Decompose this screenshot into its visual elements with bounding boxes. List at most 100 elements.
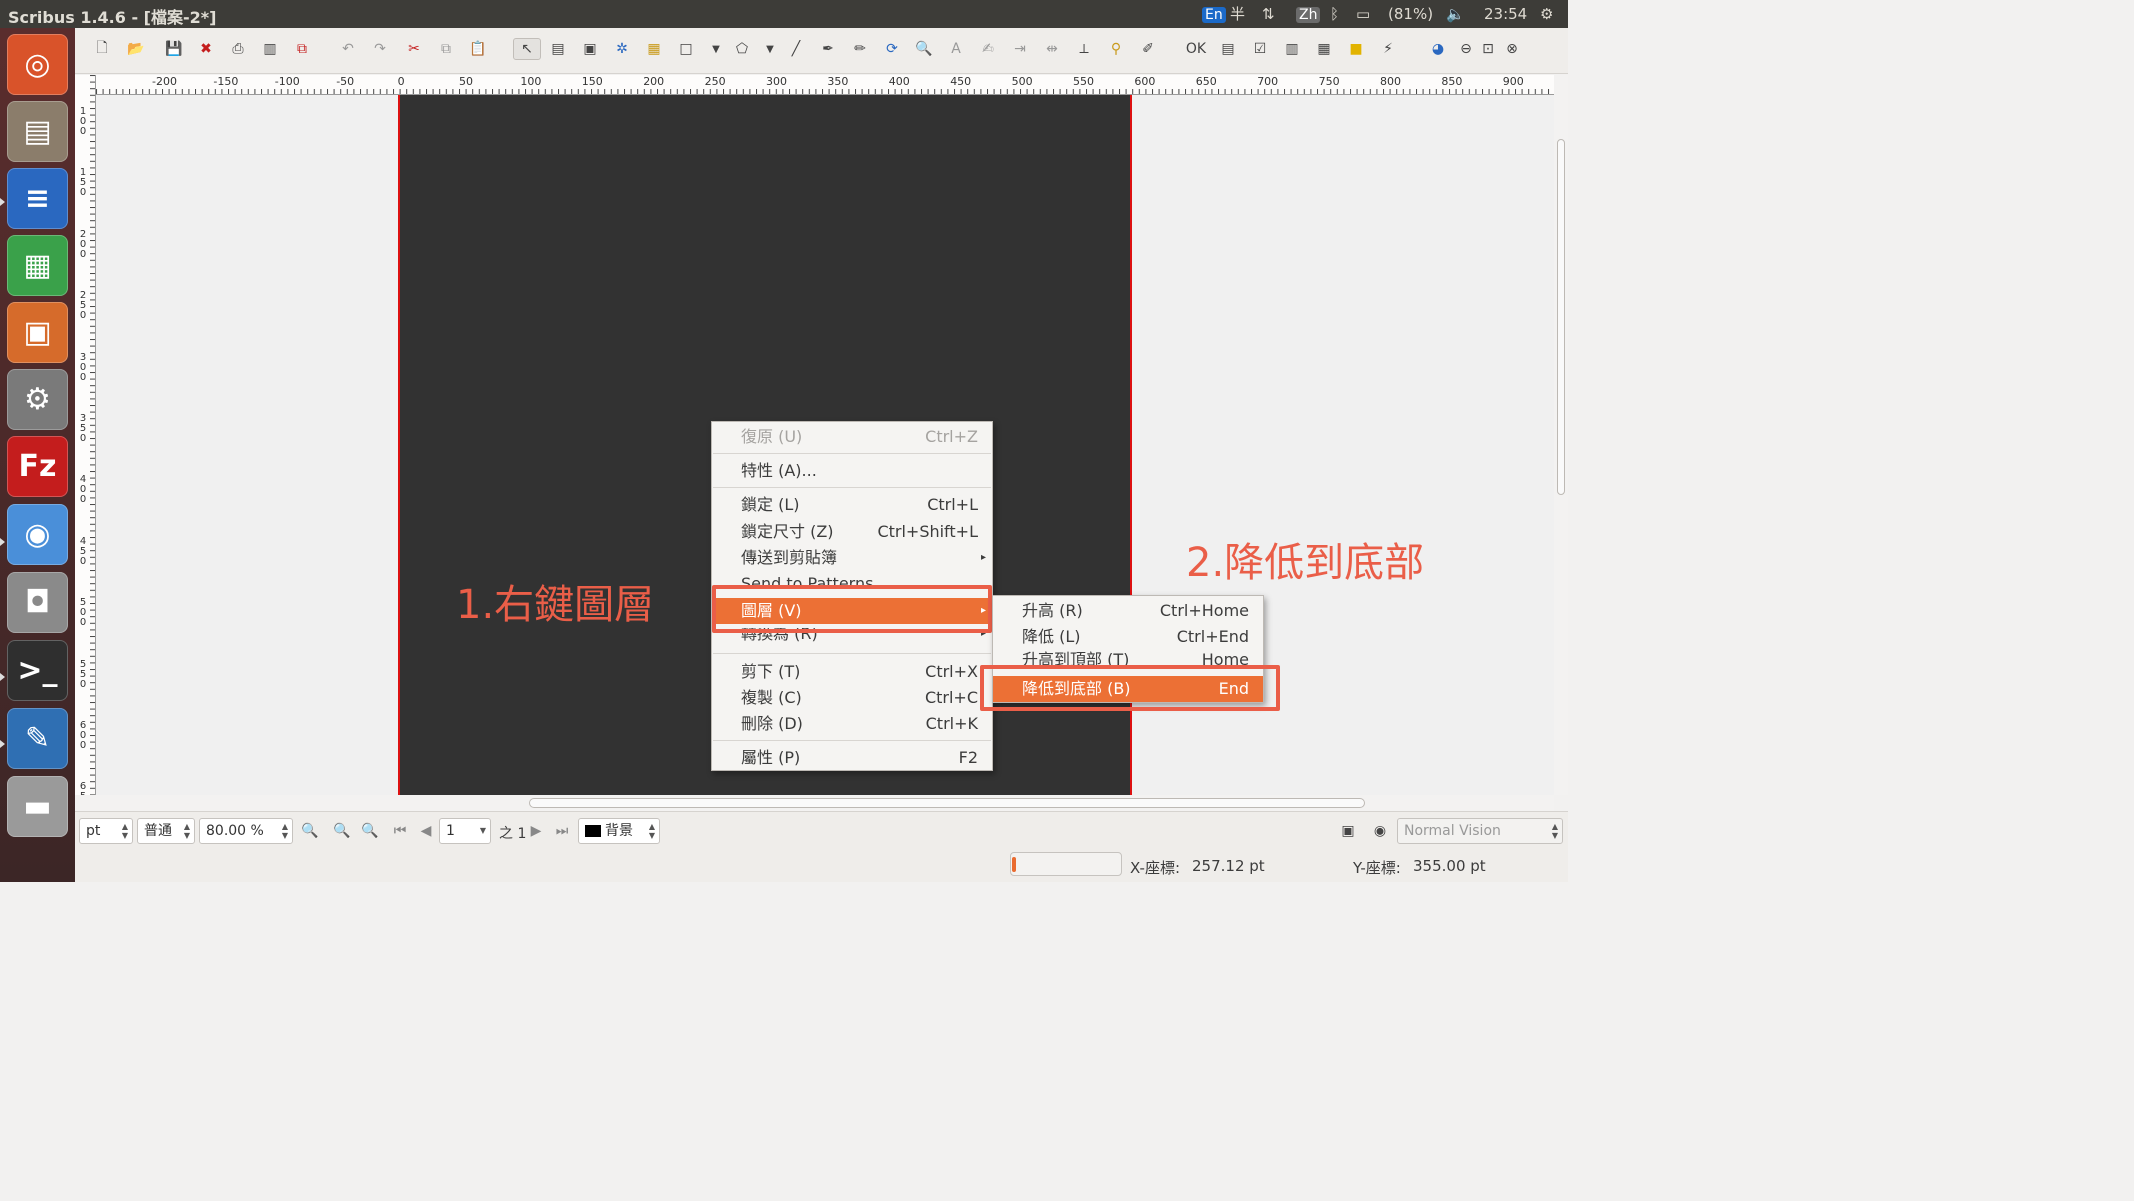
- menu-item-properties[interactable]: 特性 (A)...: [712, 458, 992, 484]
- bluetooth-icon[interactable]: ᛒ: [1330, 3, 1339, 25]
- menu-item-attributes[interactable]: 屬性 (P) F2: [712, 745, 992, 771]
- previous-page-icon[interactable]: ◀: [415, 820, 437, 842]
- export-pdf-icon[interactable]: ⧉: [291, 38, 313, 60]
- link-frames-icon[interactable]: ⇥: [1009, 38, 1031, 60]
- writer-icon[interactable]: ≡: [7, 168, 68, 229]
- select-tool-icon[interactable]: ↖: [513, 38, 541, 60]
- scribus-icon[interactable]: ✎: [7, 708, 68, 769]
- battery-icon[interactable]: ▭: [1356, 3, 1370, 25]
- render-frame-icon[interactable]: ✲: [611, 38, 633, 60]
- vision-select[interactable]: Normal Vision ▲ ▼: [1397, 818, 1563, 844]
- session-gear-icon[interactable]: ⚙: [1540, 3, 1553, 25]
- print-icon[interactable]: ⎙: [227, 38, 249, 60]
- paste-icon[interactable]: 📋: [467, 38, 489, 60]
- close-document-icon[interactable]: ✖: [195, 38, 217, 60]
- line-icon[interactable]: ╱: [785, 38, 807, 60]
- table-icon[interactable]: ▦: [643, 38, 665, 60]
- pdf-button-icon[interactable]: OK: [1185, 38, 1207, 60]
- rotate-icon[interactable]: ⟳: [881, 38, 903, 60]
- input-method-zh[interactable]: Zh: [1296, 3, 1321, 25]
- measure-icon[interactable]: ⟂: [1073, 38, 1095, 60]
- impress-icon[interactable]: ▣: [7, 302, 68, 363]
- new-document-icon[interactable]: 🗋: [91, 38, 113, 60]
- zoom-in-icon[interactable]: 🔍: [359, 820, 381, 842]
- menu-item-undo[interactable]: 復原 (U) Ctrl+Z: [712, 424, 992, 450]
- chromium-icon[interactable]: ◉: [7, 504, 68, 565]
- next-page-icon[interactable]: ▶: [525, 820, 547, 842]
- restore-icon[interactable]: ⊡: [1477, 38, 1499, 60]
- pdf-combobox-icon[interactable]: ▥: [1281, 38, 1303, 60]
- ubuntu-dash-icon[interactable]: ◎: [7, 34, 68, 95]
- progress-bar: [1010, 852, 1122, 876]
- save-icon[interactable]: 💾: [163, 38, 185, 60]
- battery-percent[interactable]: (81%): [1388, 3, 1433, 25]
- camera-icon[interactable]: ◘: [7, 572, 68, 633]
- polygon-icon[interactable]: ⬠: [731, 38, 753, 60]
- scanner-icon[interactable]: ▬: [7, 776, 68, 837]
- layer-color-swatch: [585, 825, 601, 837]
- main-toolbar: 🗋 📂 💾 ✖ ⎙ ▥ ⧉ ↶ ↷ ✂ ⧉ 📋 ↖ ▤ ▣ ✲ ▦ □ ▼ ⬠ …: [75, 28, 1568, 74]
- input-method-en[interactable]: En: [1202, 3, 1226, 25]
- color-management-icon[interactable]: ◕: [1427, 38, 1449, 60]
- edit-text-icon[interactable]: A: [945, 38, 967, 60]
- redo-icon[interactable]: ↷: [369, 38, 391, 60]
- network-icon[interactable]: ⇅: [1262, 3, 1275, 25]
- preview-mode-icon[interactable]: ▣: [1337, 820, 1359, 842]
- zoom-icon[interactable]: 🔍: [913, 38, 935, 60]
- system-settings-icon[interactable]: ⚙: [7, 369, 68, 430]
- close-icon[interactable]: ⊗: [1501, 38, 1523, 60]
- eye-icon[interactable]: ◉: [1369, 820, 1391, 842]
- shape-icon[interactable]: □: [675, 38, 697, 60]
- text-annotation-icon[interactable]: ■: [1345, 38, 1367, 60]
- link-annotation-icon[interactable]: ⚡: [1377, 38, 1399, 60]
- vertical-ruler[interactable]: 100 150 200 250 300 350 400 450 500 550 600 650: [75, 75, 96, 795]
- shape-dropdown-icon[interactable]: ▼: [705, 38, 727, 60]
- text-frame-icon[interactable]: ▤: [547, 38, 569, 60]
- menu-item-delete[interactable]: 刪除 (D) Ctrl+K: [712, 711, 992, 737]
- cut-icon[interactable]: ✂: [403, 38, 425, 60]
- zoom-out-icon[interactable]: 🔍: [299, 820, 321, 842]
- image-frame-icon[interactable]: ▣: [579, 38, 601, 60]
- open-icon[interactable]: 📂: [125, 38, 147, 60]
- unit-select[interactable]: pt ▲ ▼: [79, 818, 133, 844]
- menu-item-copy[interactable]: 複製 (C) Ctrl+C: [712, 685, 992, 711]
- pdf-listbox-icon[interactable]: ▦: [1313, 38, 1335, 60]
- submenu-item-raise-to-top[interactable]: 升高到頂部 (T) Home: [993, 650, 1263, 666]
- copy-icon[interactable]: ⧉: [435, 38, 457, 60]
- menu-item-lock[interactable]: 鎖定 (L) Ctrl+L: [712, 492, 992, 518]
- calc-icon[interactable]: ▦: [7, 235, 68, 296]
- copy-properties-icon[interactable]: ⚲: [1105, 38, 1127, 60]
- zoom-field[interactable]: 80.00 % ▲ ▼: [199, 818, 293, 844]
- freehand-icon[interactable]: ✏: [849, 38, 871, 60]
- zoom-100-icon[interactable]: 🔍: [331, 820, 353, 842]
- story-editor-icon[interactable]: ✍: [977, 38, 999, 60]
- preflight-icon[interactable]: ▥: [259, 38, 281, 60]
- layer-select[interactable]: 背景 ▲ ▼: [578, 818, 660, 844]
- submenu-item-lower[interactable]: 降低 (L) Ctrl+End: [993, 624, 1263, 650]
- horizontal-scrollbar[interactable]: [75, 795, 1554, 811]
- mode-select[interactable]: 普通 ▲ ▼: [137, 818, 195, 844]
- bezier-icon[interactable]: ✒: [817, 38, 839, 60]
- polygon-dropdown-icon[interactable]: ▼: [759, 38, 781, 60]
- page-number-field[interactable]: 1 ▼: [439, 818, 491, 844]
- last-page-icon[interactable]: ⏭: [551, 820, 573, 842]
- pdf-textfield-icon[interactable]: ▤: [1217, 38, 1239, 60]
- pdf-checkbox-icon[interactable]: ☑: [1249, 38, 1271, 60]
- volume-icon[interactable]: 🔈: [1446, 3, 1465, 25]
- first-page-icon[interactable]: ⏮: [389, 820, 411, 842]
- vertical-scrollbar[interactable]: [1554, 75, 1568, 795]
- menu-item-send-to-clipboard[interactable]: 傳送到剪貼簿 ▸: [712, 545, 992, 571]
- unlink-frames-icon[interactable]: ⇹: [1041, 38, 1063, 60]
- half-width-indicator[interactable]: 半: [1230, 3, 1245, 25]
- minimize-icon[interactable]: ⊖: [1455, 38, 1477, 60]
- files-icon[interactable]: ▤: [7, 101, 68, 162]
- horizontal-ruler[interactable]: -200 -150 -100 -50 0 50 100 150 200 250 300 350 400 4…: [96, 75, 1554, 95]
- clock[interactable]: 23:54: [1484, 3, 1527, 25]
- menu-item-lock-size[interactable]: 鎖定尺寸 (Z) Ctrl+Shift+L: [712, 519, 992, 545]
- submenu-item-raise[interactable]: 升高 (R) Ctrl+Home: [993, 598, 1263, 624]
- undo-icon[interactable]: ↶: [337, 38, 359, 60]
- terminal-icon[interactable]: >_: [7, 640, 68, 701]
- filezilla-icon[interactable]: Fz: [7, 436, 68, 497]
- menu-item-cut[interactable]: 剪下 (T) Ctrl+X: [712, 659, 992, 685]
- eyedropper-icon[interactable]: ✐: [1137, 38, 1159, 60]
